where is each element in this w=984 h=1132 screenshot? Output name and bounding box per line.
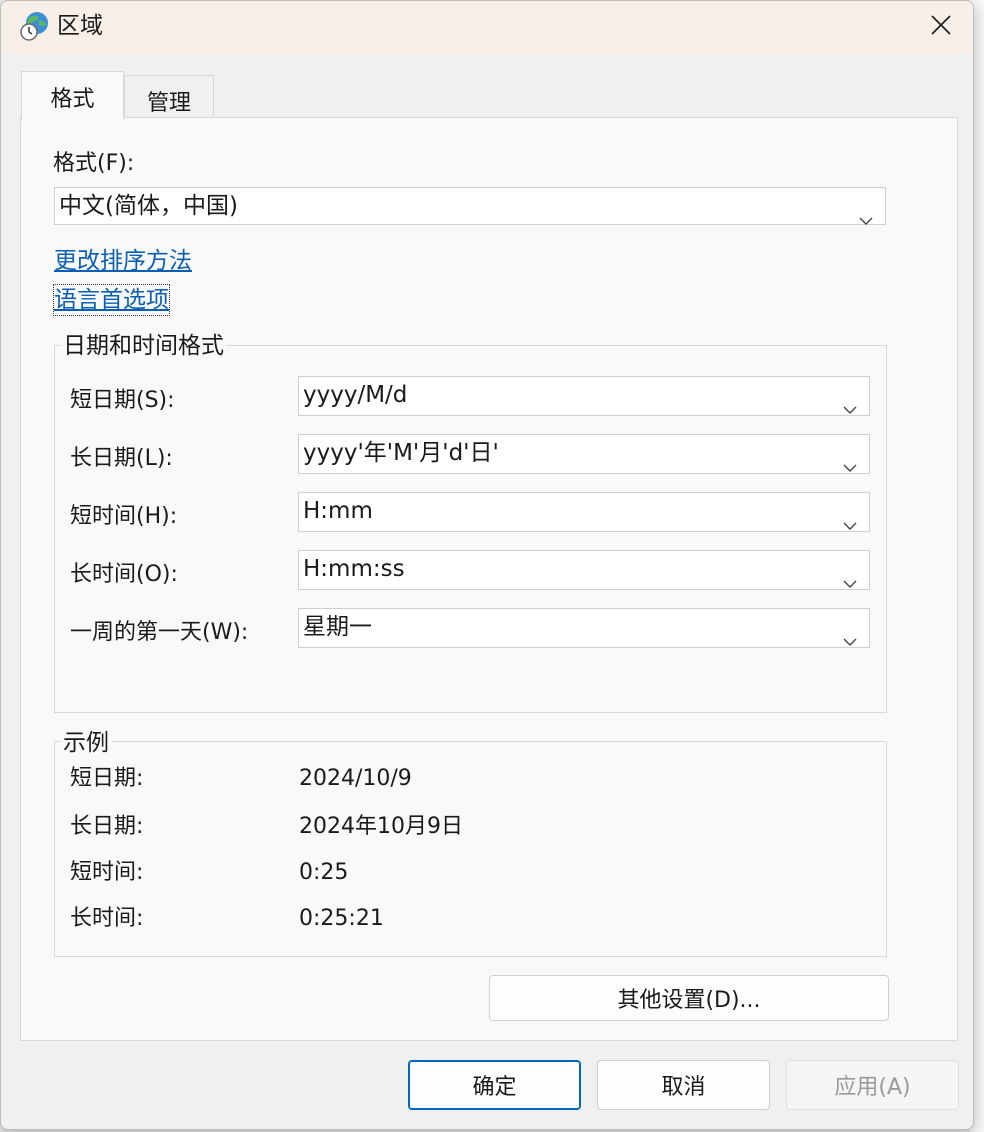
example-long-time-value: 0:25:21 <box>299 906 384 931</box>
ok-button[interactable]: 确定 <box>408 1060 581 1110</box>
datetime-group-title: 日期和时间格式 <box>61 331 226 361</box>
format-tab-panel: 格式(F): 中文(简体，中国) 更改排序方法 语言首选项 日期和时间格式 短日… <box>20 117 958 1041</box>
close-icon <box>931 15 951 39</box>
long-date-label: 长日期(L): <box>70 446 173 471</box>
short-date-dropdown[interactable]: yyyy/M/d <box>298 376 870 416</box>
format-value: 中文(简体，中国) <box>59 193 238 219</box>
long-date-value: yyyy'年'M'月'd'日' <box>303 440 499 466</box>
long-time-label: 长时间(O): <box>70 562 178 587</box>
first-day-of-week-dropdown[interactable]: 星期一 <box>298 608 870 648</box>
cancel-button[interactable]: 取消 <box>597 1060 770 1110</box>
other-settings-button[interactable]: 其他设置(D)... <box>489 975 889 1021</box>
chevron-down-icon <box>843 622 857 646</box>
chevron-down-icon <box>843 448 857 472</box>
example-long-date-value: 2024年10月9日 <box>299 814 463 839</box>
examples-group-title: 示例 <box>61 728 111 758</box>
short-date-label: 短日期(S): <box>70 388 175 413</box>
short-date-value: yyyy/M/d <box>303 382 408 408</box>
first-day-of-week-value: 星期一 <box>303 614 372 640</box>
first-day-of-week-label: 一周的第一天(W): <box>70 620 249 645</box>
example-short-date-label: 短日期: <box>70 766 144 791</box>
language-preferences-link[interactable]: 语言首选项 <box>53 284 170 316</box>
chevron-down-icon <box>843 564 857 588</box>
chevron-down-icon <box>843 506 857 530</box>
examples-group <box>54 741 887 957</box>
chevron-down-icon <box>843 390 857 414</box>
chevron-down-icon <box>859 201 873 225</box>
change-sort-link[interactable]: 更改排序方法 <box>54 246 192 276</box>
tab-format[interactable]: 格式 <box>21 71 124 121</box>
region-dialog: 区域 格式 管理 格式(F): 中文(简体，中国) 更改排序方法 语言首选项 日… <box>0 0 974 1130</box>
long-time-dropdown[interactable]: H:mm:ss <box>298 550 870 590</box>
example-short-date-value: 2024/10/9 <box>299 766 412 791</box>
apply-button[interactable]: 应用(A) <box>786 1060 959 1110</box>
long-time-value: H:mm:ss <box>303 556 405 582</box>
example-long-time-label: 长时间: <box>70 906 144 931</box>
short-time-value: H:mm <box>303 498 373 524</box>
format-label: 格式(F): <box>53 151 135 176</box>
format-dropdown[interactable]: 中文(简体，中国) <box>54 187 886 225</box>
example-long-date-label: 长日期: <box>70 814 144 839</box>
example-short-time-value: 0:25 <box>299 860 349 885</box>
globe-clock-icon <box>19 10 51 42</box>
title-bar: 区域 <box>1 1 973 53</box>
long-date-dropdown[interactable]: yyyy'年'M'月'd'日' <box>298 434 870 474</box>
short-time-dropdown[interactable]: H:mm <box>298 492 870 532</box>
close-button[interactable] <box>909 1 973 53</box>
example-short-time-label: 短时间: <box>70 860 144 885</box>
short-time-label: 短时间(H): <box>70 504 178 529</box>
tab-administrative[interactable]: 管理 <box>124 75 214 119</box>
window-title: 区域 <box>57 13 103 39</box>
